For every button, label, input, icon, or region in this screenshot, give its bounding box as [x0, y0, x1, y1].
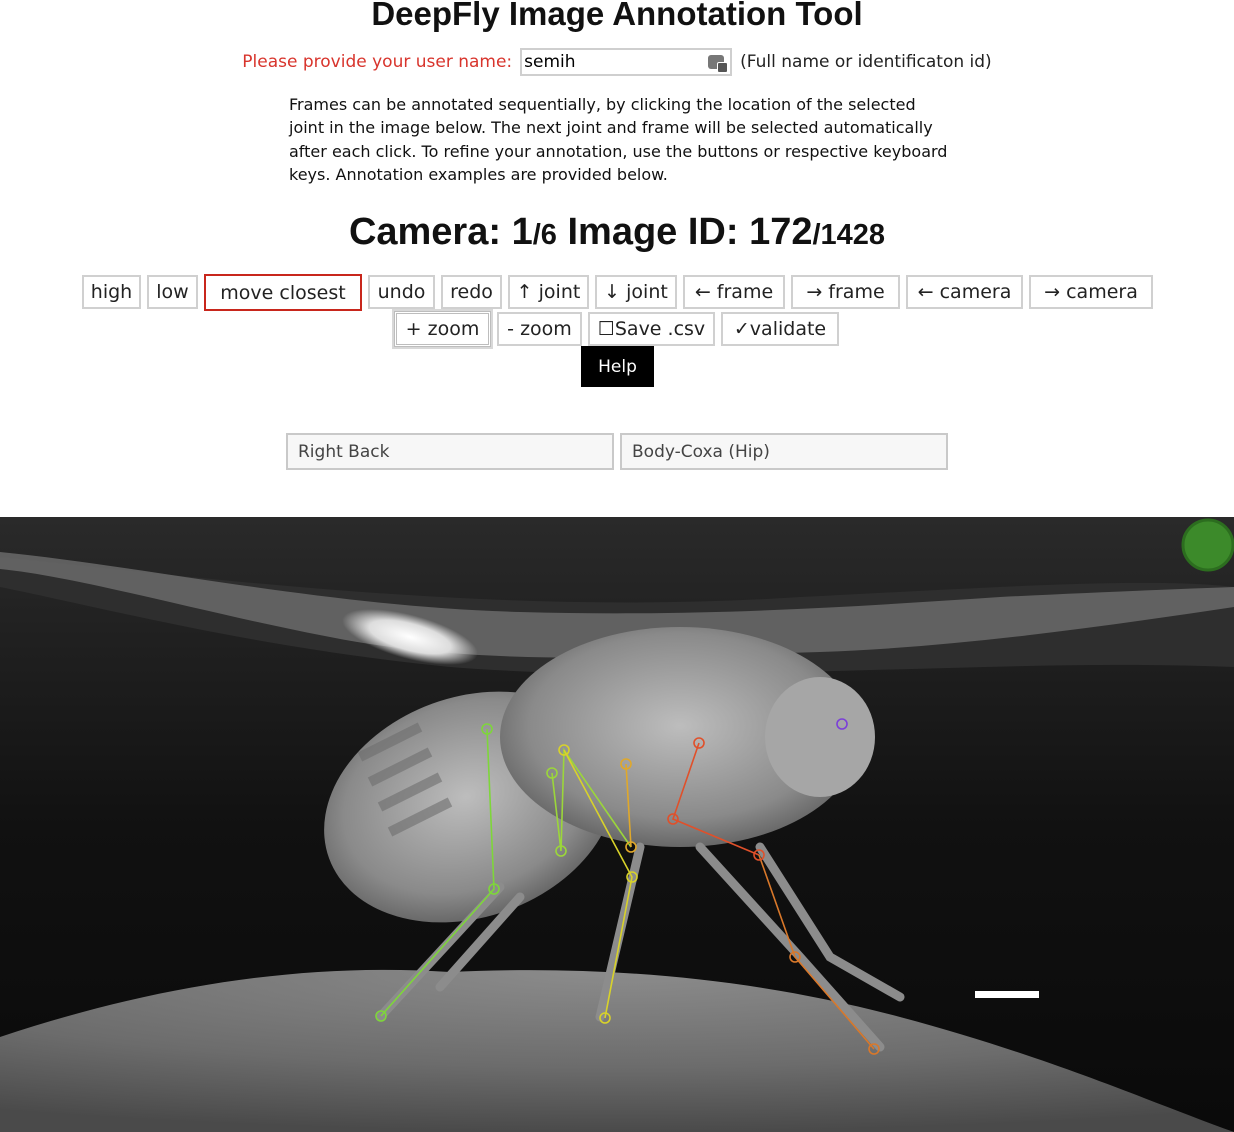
move-closest-button[interactable]: move closest — [204, 274, 362, 311]
redo-button[interactable]: redo — [441, 275, 502, 309]
fly-head — [765, 677, 875, 797]
camera-image-status: Camera: 1/6 Image ID: 172/1428 — [0, 208, 1234, 259]
camera-label: Camera: — [348, 211, 502, 253]
user-name-field[interactable] — [520, 48, 733, 76]
undo-button[interactable]: undo — [368, 275, 435, 309]
user-name-label: Please provide your user name: — [242, 52, 513, 72]
app-title: DeepFly Image Annotation Tool — [371, 0, 863, 32]
image-id-total: /1428 — [812, 219, 886, 251]
leg-selector[interactable]: Right Back — [286, 433, 614, 470]
validate-button[interactable]: ✓validate — [721, 312, 839, 346]
keyboard-icon[interactable] — [708, 55, 729, 73]
camera-prev-button[interactable]: ← camera — [906, 275, 1023, 309]
joint-selector[interactable]: Body-Coxa (Hip) — [620, 433, 948, 470]
image-viewer[interactable] — [0, 517, 1234, 1132]
user-name-hint: (Full name or identificaton id) — [740, 52, 992, 72]
camera-total: /6 — [532, 219, 557, 251]
joint-down-button[interactable]: ↓ joint — [595, 275, 677, 309]
joint-up-button[interactable]: ↑ joint — [508, 275, 589, 309]
status-indicator — [1181, 518, 1234, 572]
low-button[interactable]: low — [147, 275, 198, 309]
user-name-input[interactable] — [522, 50, 731, 74]
camera-current: 1 — [511, 211, 533, 253]
frame-prev-button[interactable]: ← frame — [683, 275, 785, 309]
frame-next-button[interactable]: → frame — [791, 275, 900, 309]
scale-bar — [975, 991, 1039, 998]
high-button[interactable]: high — [82, 275, 141, 309]
save-csv-button[interactable]: ☐Save .csv — [588, 312, 715, 346]
zoom-out-button[interactable]: - zoom — [497, 312, 582, 346]
image-id-current: 172 — [749, 211, 813, 253]
camera-next-button[interactable]: → camera — [1029, 275, 1153, 309]
fly-image-canvas[interactable] — [0, 517, 1234, 1132]
instructions-text: Frames can be annotated sequentially, by… — [289, 95, 948, 184]
help-button[interactable]: Help — [581, 346, 654, 387]
image-id-label: Image ID: — [567, 211, 739, 253]
zoom-in-button[interactable]: + zoom — [394, 311, 491, 347]
user-name-row: Please provide your user name: (Full nam… — [0, 46, 1234, 78]
